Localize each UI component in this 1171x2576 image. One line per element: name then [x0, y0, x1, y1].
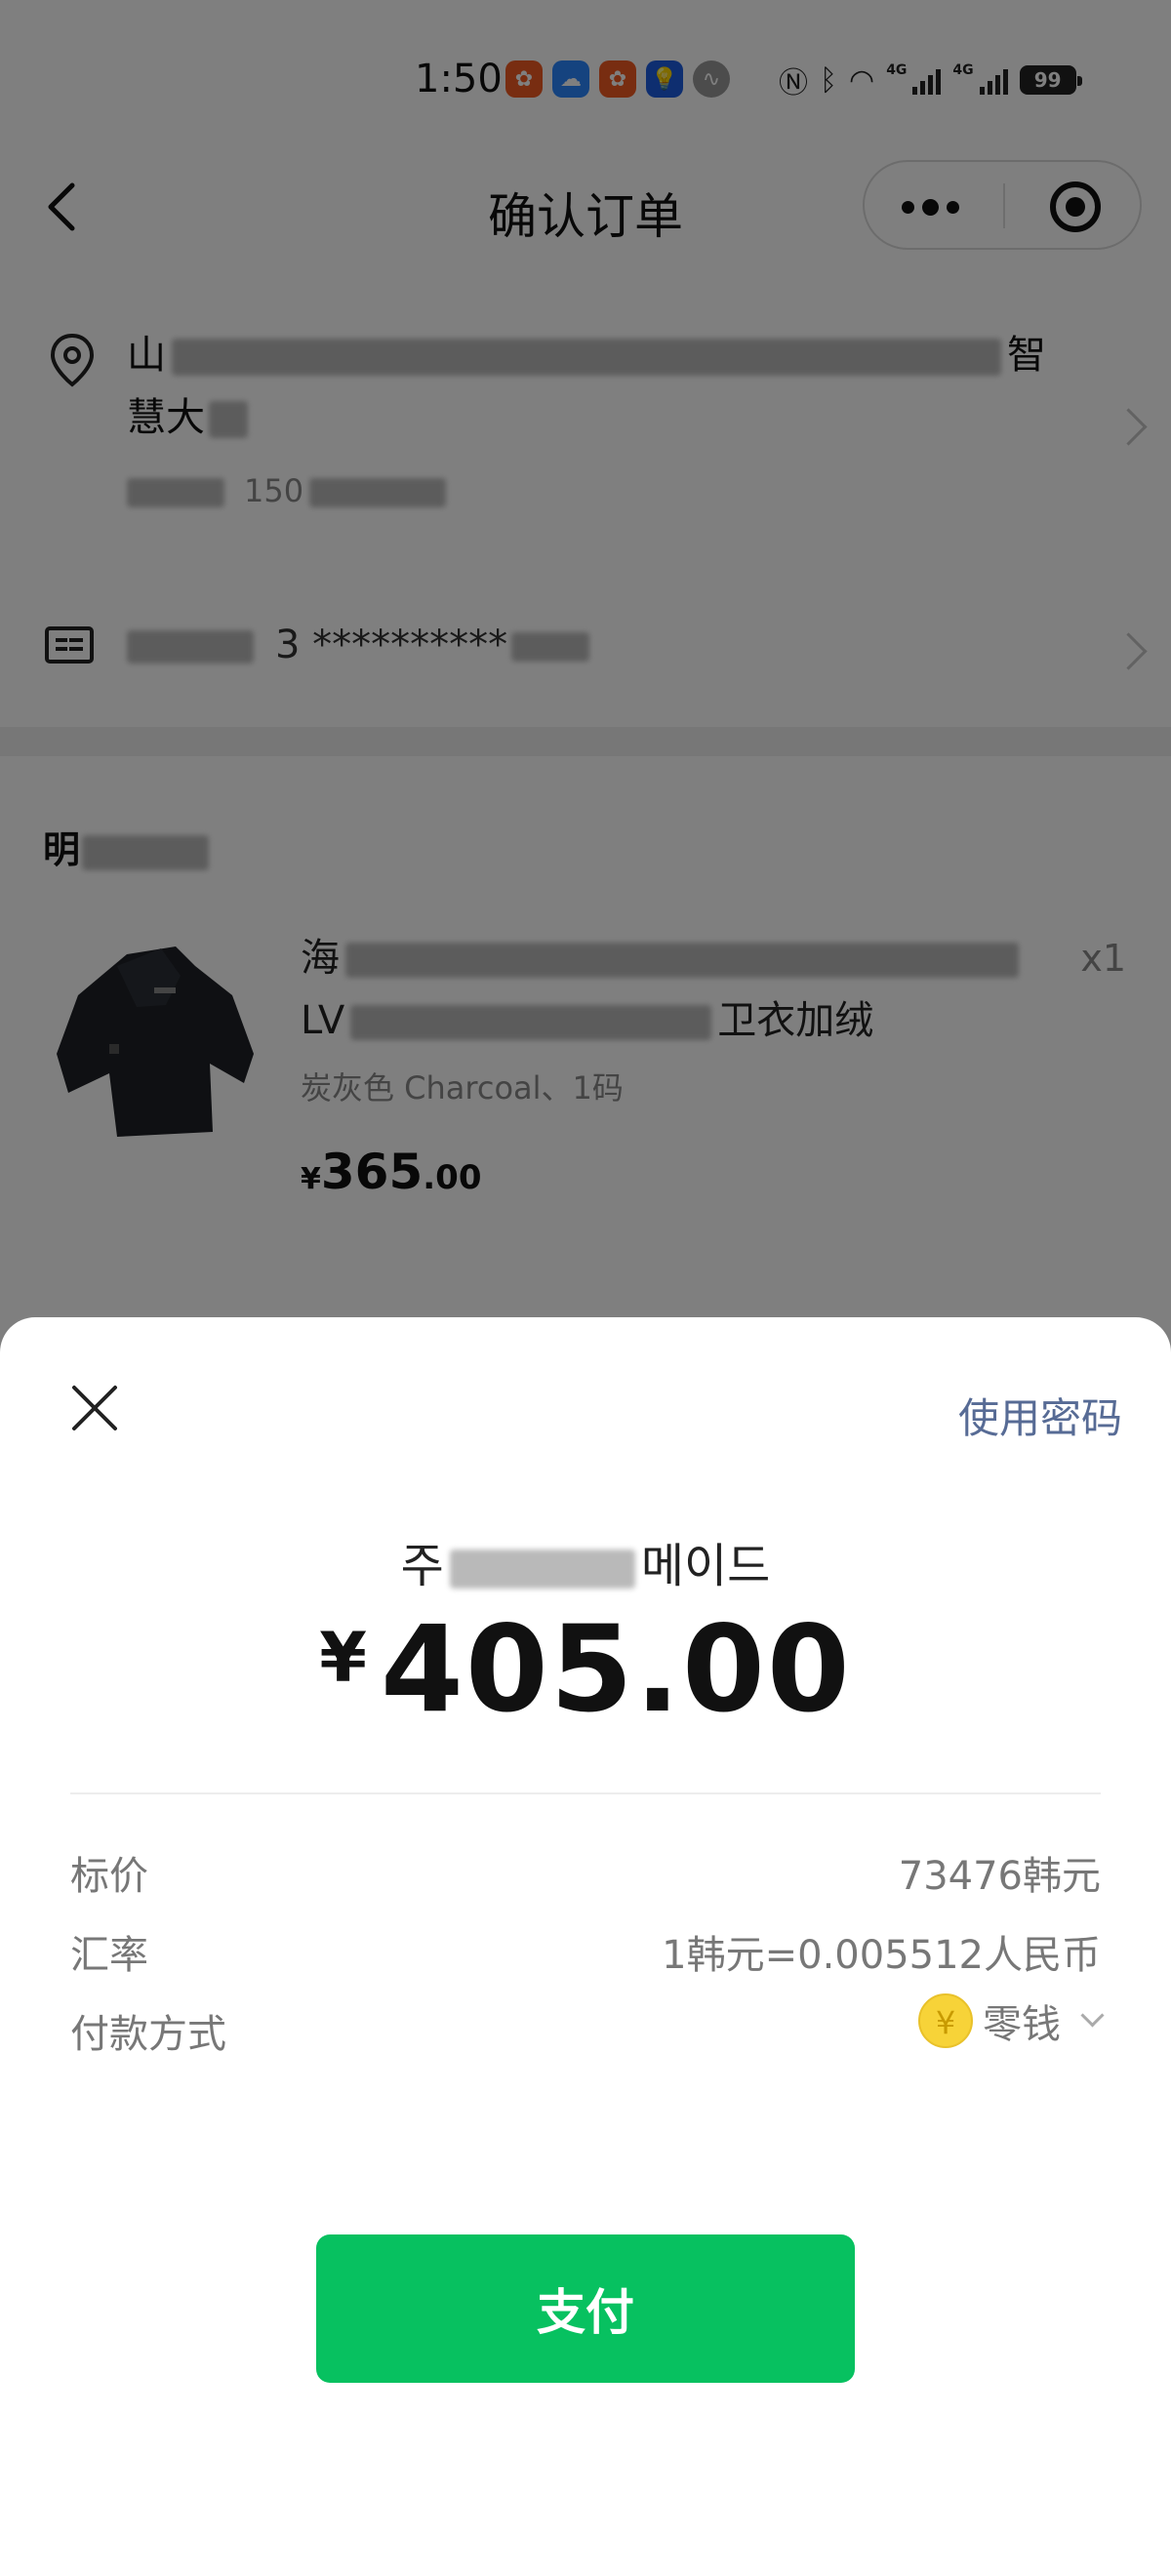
payment-method-label: 付款方式 [70, 2012, 226, 2057]
payment-amount: ¥405.00 [0, 1600, 1171, 1739]
list-price-row: 标价 73476韩元 [70, 1844, 1101, 1903]
exchange-rate-value: 1韩元=0.005512人民币 [662, 1933, 1101, 1978]
payment-method-row[interactable]: 付款方式 ¥ 零钱 [70, 1993, 1105, 2061]
merchant-suffix: 메이드 [640, 1539, 771, 1593]
payment-sheet: 使用密码 주 메이드 ¥405.00 标价 73476韩元 汇率 1韩元=0.00… [0, 1317, 1171, 2576]
chevron-down-icon [1080, 2002, 1105, 2028]
pay-button[interactable]: 支付 [316, 2234, 855, 2383]
use-password-link[interactable]: 使用密码 [958, 1386, 1122, 1445]
coin-icon: ¥ [918, 1993, 973, 2048]
divider [70, 1792, 1101, 1794]
close-icon[interactable] [70, 1384, 119, 1432]
amount-value: 405.00 [380, 1600, 852, 1739]
redacted-merchant [449, 1550, 635, 1589]
exchange-rate-label: 汇率 [70, 1933, 148, 1978]
list-price-value: 73476韩元 [898, 1854, 1101, 1899]
exchange-rate-row: 汇率 1韩元=0.005512人民币 [70, 1923, 1101, 1982]
amount-currency: ¥ [319, 1618, 367, 1698]
payment-method-selector[interactable]: ¥ 零钱 [918, 1992, 1105, 2049]
list-price-label: 标价 [70, 1854, 148, 1899]
payment-method-value: 零钱 [983, 2002, 1061, 2047]
merchant-start: 주 [400, 1539, 444, 1593]
merchant-name: 주 메이드 [0, 1527, 1171, 1595]
